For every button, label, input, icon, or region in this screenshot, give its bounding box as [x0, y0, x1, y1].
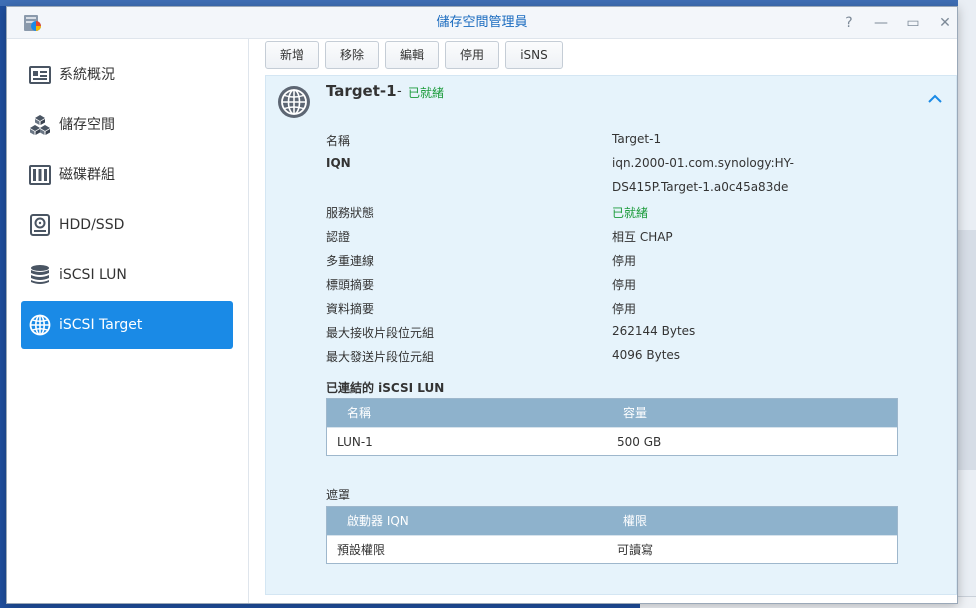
table-header: 啟動器 IQN 權限	[327, 507, 897, 535]
disable-button[interactable]: 停用	[445, 41, 499, 69]
sidebar-item-iscsi-target[interactable]: iSCSI Target	[21, 301, 233, 349]
table-row[interactable]: LUN-1 500 GB	[327, 427, 897, 455]
table-row[interactable]: 預設權限 可讀寫	[327, 535, 897, 563]
help-icon[interactable]: ?	[839, 13, 859, 33]
desktop-background-window-edge	[958, 230, 976, 470]
masking-table: 啟動器 IQN 權限 預設權限 可讀寫	[326, 506, 898, 564]
target-globe-icon	[278, 86, 310, 118]
detail-label-header-digest: 標頭摘要	[326, 278, 375, 292]
detail-label-service-status: 服務狀態	[326, 206, 375, 220]
detail-value-max-recv-segment: 262144 Bytes	[612, 324, 696, 338]
detail-value-name: Target-1	[612, 132, 662, 146]
remove-button[interactable]: 移除	[325, 41, 379, 69]
disk-group-icon	[29, 165, 51, 185]
masking-title: 遮罩	[326, 488, 351, 502]
title-bar[interactable]: 儲存空間管理員 ? — ▭ ✕	[7, 7, 957, 39]
sidebar-item-overview[interactable]: 系統概況	[21, 51, 233, 99]
globe-icon	[29, 314, 51, 336]
detail-label-data-digest: 資料摘要	[326, 302, 375, 316]
column-header-permission[interactable]: 權限	[623, 507, 647, 535]
target-status: 已就緒	[408, 86, 445, 100]
sidebar-item-label: 磁碟群組	[59, 167, 115, 183]
sidebar-item-label: iSCSI LUN	[59, 267, 127, 283]
storage-cubes-icon	[30, 115, 50, 135]
sidebar-item-label: 儲存空間	[59, 117, 115, 133]
connected-lun-title: 已連結的 iSCSI LUN	[326, 381, 445, 395]
detail-label-multiple-sessions: 多重連線	[326, 254, 375, 268]
detail-label-max-recv-segment: 最大接收片段位元組	[326, 326, 435, 340]
detail-value-max-send-segment: 4096 Bytes	[612, 348, 681, 362]
sidebar-item-label: iSCSI Target	[59, 317, 143, 333]
close-icon[interactable]: ✕	[935, 13, 955, 33]
detail-value-authentication: 相互 CHAP	[612, 230, 673, 244]
sidebar: 系統概況 儲存空間 磁碟群組 HDD/SSD iSCSI LUN iSCSI T…	[7, 39, 249, 603]
detail-value-header-digest: 停用	[612, 278, 637, 292]
sidebar-item-label: 系統概況	[59, 67, 115, 83]
permission-cell: 可讀寫	[617, 543, 654, 557]
lun-name-cell: LUN-1	[337, 435, 373, 449]
database-icon	[31, 265, 49, 284]
detail-label-max-send-segment: 最大發送片段位元組	[326, 350, 435, 364]
target-detail-panel: Target-1 - 已就緒 名稱 Target-1 IQN iqn.2000-…	[265, 75, 957, 595]
detail-value-iqn-line2: DS415P.Target-1.a0c45a83de	[612, 180, 789, 194]
connected-lun-table: 名稱 容量 LUN-1 500 GB	[326, 398, 898, 456]
minimize-icon[interactable]: —	[871, 13, 891, 33]
isns-button[interactable]: iSNS	[505, 41, 563, 69]
sidebar-item-hdd-ssd[interactable]: HDD/SSD	[21, 201, 233, 249]
detail-label-authentication: 認證	[326, 230, 351, 244]
column-header-capacity[interactable]: 容量	[623, 399, 647, 427]
column-header-initiator-iqn[interactable]: 啟動器 IQN	[347, 507, 409, 535]
detail-value-service-status: 已就緒	[612, 206, 649, 220]
detail-value-data-digest: 停用	[612, 302, 637, 316]
detail-label-name: 名稱	[326, 134, 351, 148]
detail-value-iqn: iqn.2000-01.com.synology:HY-	[612, 156, 794, 170]
window-title: 儲存空間管理員	[436, 15, 528, 30]
maximize-icon[interactable]: ▭	[903, 13, 923, 33]
chevron-up-icon[interactable]	[926, 90, 944, 108]
create-button[interactable]: 新增	[265, 41, 319, 69]
hdd-icon	[30, 214, 50, 236]
target-separator: -	[397, 84, 402, 99]
detail-value-multiple-sessions: 停用	[612, 254, 637, 268]
storage-manager-window: 儲存空間管理員 ? — ▭ ✕ 系統概況 儲存空間 磁碟群組 HDD/SSD i…	[6, 6, 958, 604]
initiator-cell: 預設權限	[337, 543, 386, 557]
target-name: Target-1	[326, 82, 397, 100]
sidebar-item-label: HDD/SSD	[59, 217, 125, 233]
sidebar-item-disk-group[interactable]: 磁碟群組	[21, 151, 233, 199]
column-header-name[interactable]: 名稱	[347, 399, 371, 427]
desktop-background-right	[958, 0, 976, 608]
overview-icon	[29, 66, 51, 84]
edit-button[interactable]: 編輯	[385, 41, 439, 69]
table-header: 名稱 容量	[327, 399, 897, 427]
lun-capacity-cell: 500 GB	[617, 435, 662, 449]
main-content: 新增 移除 編輯 停用 iSNS Target-1 - 已就緒 名稱 Targe…	[249, 39, 957, 603]
sidebar-item-iscsi-lun[interactable]: iSCSI LUN	[21, 251, 233, 299]
sidebar-item-storage[interactable]: 儲存空間	[21, 101, 233, 149]
detail-label-iqn: IQN	[326, 156, 351, 170]
